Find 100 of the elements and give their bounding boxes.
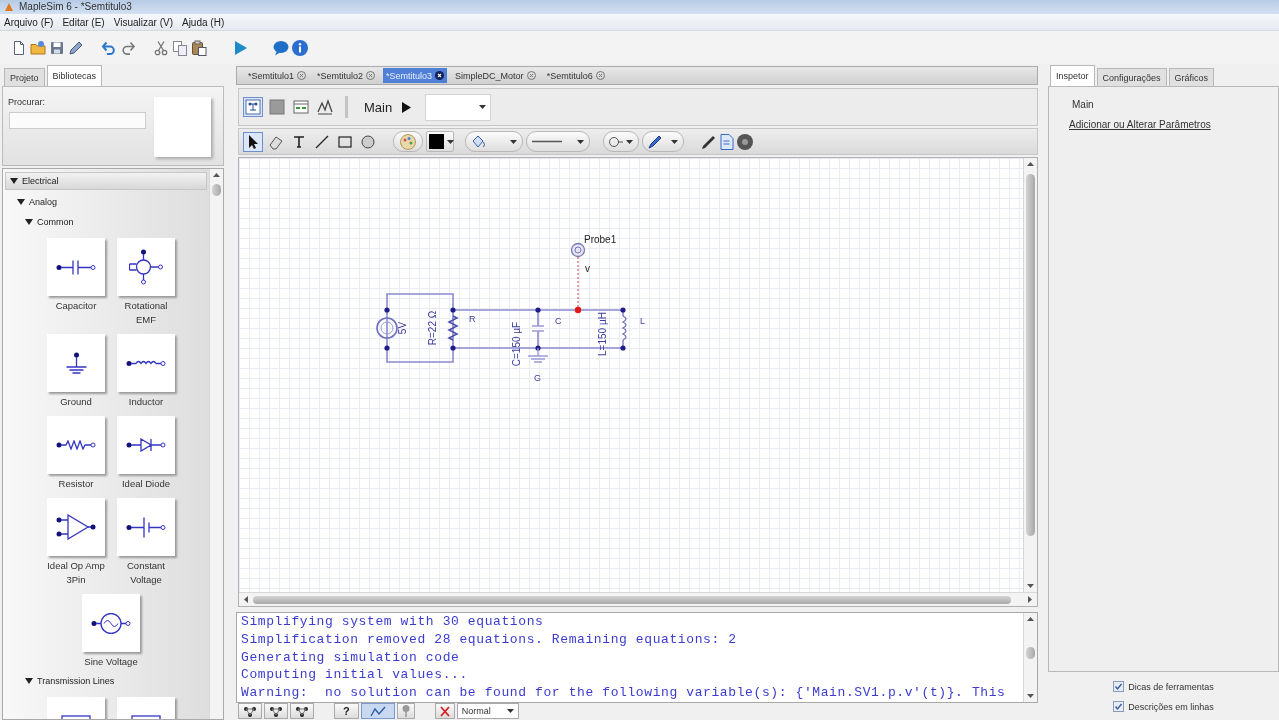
- caret-icon: [510, 139, 517, 144]
- document-icon[interactable]: [720, 133, 734, 150]
- horizontal-scrollbar[interactable]: [239, 592, 1037, 606]
- document-tab[interactable]: *Semtitulo1: [245, 68, 310, 83]
- voltage-source-symbol: [376, 317, 398, 339]
- component-tile[interactable]: [117, 416, 175, 474]
- close-icon[interactable]: [435, 71, 445, 80]
- menu-item[interactable]: Visualizar (V): [113, 16, 173, 28]
- left-arrow-icon: [244, 596, 248, 603]
- scrollbar-thumb[interactable]: [1026, 174, 1035, 536]
- panel-tab[interactable]: Configurações: [1096, 68, 1167, 86]
- layout-view-button[interactable]: [291, 97, 311, 117]
- breadcrumb-label[interactable]: Main: [364, 99, 393, 115]
- vertical-scrollbar[interactable]: [1023, 158, 1037, 592]
- vertical-scrollbar[interactable]: [1023, 613, 1037, 702]
- app-logo-icon: [4, 2, 14, 12]
- pen-color-dropdown[interactable]: [642, 131, 684, 152]
- inductor-icon: [126, 359, 166, 367]
- line-tool-icon: [314, 133, 330, 150]
- search-field[interactable]: [9, 112, 146, 129]
- component-tile[interactable]: [47, 498, 105, 556]
- parameters-link[interactable]: Adicionar ou Alterar Parâmetros: [1069, 119, 1211, 130]
- component-name-label: L: [640, 316, 645, 326]
- panel-tab[interactable]: Gráficos: [1168, 68, 1215, 86]
- chart-icon: [317, 99, 333, 115]
- new-document-icon[interactable]: [11, 39, 27, 56]
- component-value-label: C=150 µF: [511, 321, 522, 367]
- right-arrow-icon: [1028, 596, 1032, 603]
- pen-icon[interactable]: [701, 133, 717, 150]
- canvas-grid[interactable]: 5V R R=22 Ω C C=150 µF G L L=150 µH Probe1 v: [239, 158, 1023, 592]
- tree-item[interactable]: Common: [21, 214, 207, 230]
- component-tile[interactable]: [117, 498, 175, 556]
- op-amp-icon: [56, 514, 96, 540]
- tree-item[interactable]: Analog: [13, 194, 207, 210]
- vertical-scrollbar[interactable]: [209, 169, 223, 719]
- disc-icon[interactable]: [737, 133, 753, 150]
- pin-button[interactable]: [396, 703, 415, 719]
- graph-button[interactable]: [290, 703, 314, 719]
- redo-icon[interactable]: [120, 39, 136, 56]
- component-tile[interactable]: [47, 238, 105, 296]
- open-folder-icon[interactable]: [30, 39, 46, 56]
- breadcrumb-arrow-icon[interactable]: [402, 101, 412, 113]
- tree-item[interactable]: Transmission Lines: [21, 673, 207, 689]
- help-button[interactable]: ?: [334, 703, 359, 719]
- info-icon[interactable]: [292, 39, 308, 56]
- component-tile[interactable]: [117, 238, 175, 296]
- graph-button[interactable]: [238, 703, 262, 719]
- panel-tab[interactable]: Bibliotecas: [46, 65, 103, 86]
- component-tile[interactable]: [47, 334, 105, 392]
- save-icon[interactable]: [49, 39, 65, 56]
- graph-button[interactable]: [264, 703, 288, 719]
- paste-icon[interactable]: [191, 39, 207, 56]
- line-style-dropdown[interactable]: [526, 131, 590, 152]
- scrollbar-thumb[interactable]: [253, 595, 1011, 604]
- search-label: Procurar:: [8, 97, 46, 108]
- undo-icon[interactable]: [101, 39, 117, 56]
- menu-item[interactable]: Editar (E): [62, 16, 105, 28]
- scrollbar-thumb[interactable]: [1026, 647, 1035, 659]
- document-tab[interactable]: SimpleDC_Motor: [452, 68, 539, 83]
- copy-icon[interactable]: [172, 39, 188, 56]
- component-label: Capacitor: [55, 299, 97, 313]
- component-tile[interactable]: [47, 416, 105, 474]
- menu-item[interactable]: Ajuda (H): [181, 16, 225, 28]
- document-tab[interactable]: *Semtitulo6: [543, 68, 608, 83]
- plot-button[interactable]: [360, 703, 395, 719]
- pointer-tool-button[interactable]: [243, 131, 263, 152]
- checkbox[interactable]: [1113, 681, 1125, 692]
- component-tile[interactable]: [82, 594, 140, 652]
- line-end-dropdown[interactable]: [603, 131, 639, 152]
- square-icon: [269, 99, 285, 115]
- play-icon[interactable]: [232, 39, 248, 56]
- menu-item[interactable]: Arquivo (F): [4, 16, 54, 28]
- rectangle-icon: [337, 133, 353, 150]
- checkbox[interactable]: [1113, 701, 1125, 712]
- scrollbar-thumb[interactable]: [212, 184, 221, 196]
- fill-dropdown[interactable]: [465, 131, 523, 152]
- ground-icon: [65, 352, 87, 374]
- mode-dropdown[interactable]: Normal: [456, 703, 519, 719]
- block-view-button[interactable]: [267, 97, 287, 117]
- cut-icon[interactable]: [153, 39, 169, 56]
- panel-tab[interactable]: Projeto: [4, 68, 45, 86]
- clear-button[interactable]: [434, 703, 455, 719]
- plot-view-button[interactable]: [315, 97, 335, 117]
- document-tab[interactable]: *Semtitulo3: [383, 68, 448, 83]
- inductor-symbol: [622, 315, 627, 341]
- up-arrow-icon: [1027, 162, 1034, 166]
- resistor-symbol: [447, 315, 459, 341]
- stroke-color-dropdown[interactable]: [426, 131, 454, 152]
- text-tool-icon: [291, 133, 307, 150]
- component-value-label: L=150 µH: [597, 312, 608, 356]
- diagram-view-button[interactable]: [243, 97, 263, 117]
- component-label: Inductor: [128, 395, 164, 409]
- category-header[interactable]: Electrical: [5, 172, 207, 190]
- pencil-icon[interactable]: [68, 39, 84, 56]
- document-tab[interactable]: *Semtitulo2: [314, 68, 379, 83]
- down-arrow-icon: [1027, 584, 1034, 588]
- palette-icon: [400, 133, 416, 150]
- speech-bubble-icon[interactable]: [273, 39, 289, 56]
- panel-tab[interactable]: Inspetor: [1050, 65, 1095, 86]
- component-tile[interactable]: [117, 334, 175, 392]
